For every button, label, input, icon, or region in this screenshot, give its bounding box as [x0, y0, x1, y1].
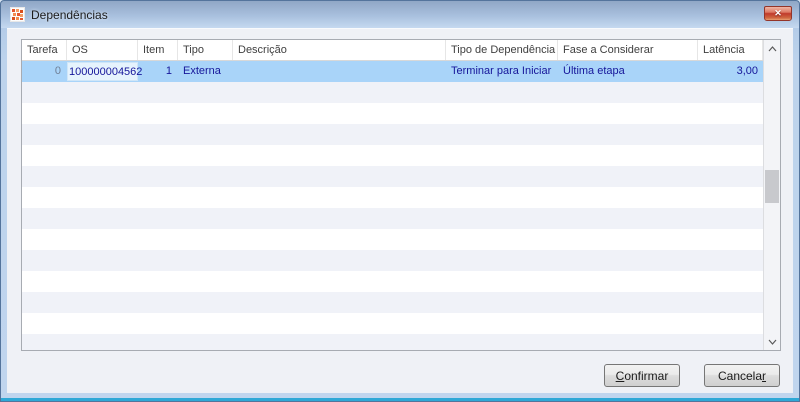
cell-fase-a-considerar: Última etapa	[563, 65, 625, 77]
empty-row	[22, 166, 763, 187]
cell-latencia: 3,00	[736, 65, 758, 77]
grid-stripe-rows	[22, 82, 763, 350]
column-header-tarefa[interactable]: Tarefa	[22, 40, 67, 60]
empty-row	[22, 103, 763, 124]
column-header-tipo-de-dependencia[interactable]: Tipo de Dependência	[446, 40, 558, 60]
confirmar-label: Confirmar	[615, 368, 669, 383]
empty-row	[22, 187, 763, 208]
dependencies-grid-panel: Tarefa OS Item Tipo Descrição Tipo de De…	[21, 39, 781, 351]
column-header-fase-a-considerar[interactable]: Fase a Considerar	[558, 40, 698, 60]
close-button[interactable]: ✕	[764, 6, 792, 21]
app-icon	[10, 7, 25, 22]
column-header-tipo[interactable]: Tipo	[178, 40, 233, 60]
window-bottom-accent	[1, 398, 799, 401]
dialog-button-row: Confirmar Cancelar	[604, 364, 780, 387]
empty-row	[22, 145, 763, 166]
cell-tipo-de-dependencia: Terminar para Iniciar	[451, 65, 552, 77]
column-header-item[interactable]: Item	[138, 40, 178, 60]
empty-row	[22, 292, 763, 313]
column-header-os[interactable]: OS	[67, 40, 138, 60]
table-row-selected[interactable]: 0 100000004562 1 Externa Terminar para I…	[22, 61, 763, 82]
empty-row	[22, 334, 763, 350]
grid-header-row: Tarefa OS Item Tipo Descrição Tipo de De…	[22, 40, 763, 61]
cell-os: 100000004562	[67, 61, 142, 82]
scrollbar-thumb[interactable]	[765, 170, 779, 203]
scroll-up-button[interactable]	[764, 40, 780, 57]
cell-tipo: Externa	[183, 65, 221, 77]
empty-row	[22, 229, 763, 250]
empty-row	[22, 124, 763, 145]
os-editor-value: 100000004562	[69, 65, 143, 78]
empty-row	[22, 271, 763, 292]
chevron-down-icon	[768, 339, 776, 345]
cancelar-label: Cancelar	[717, 368, 767, 383]
empty-row	[22, 250, 763, 271]
empty-row	[22, 82, 763, 103]
empty-row	[22, 313, 763, 334]
vertical-scrollbar[interactable]	[763, 40, 780, 350]
cell-tarefa: 0	[54, 65, 61, 77]
window-title: Dependências	[31, 7, 108, 22]
confirmar-button[interactable]: Confirmar	[604, 364, 680, 387]
cell-item: 1	[165, 65, 172, 77]
titlebar[interactable]: Dependências ✕	[1, 1, 799, 28]
close-icon: ✕	[774, 8, 782, 18]
dependencies-grid[interactable]: Tarefa OS Item Tipo Descrição Tipo de De…	[22, 40, 763, 350]
chevron-up-icon	[768, 45, 776, 51]
column-header-latencia[interactable]: Latência	[698, 40, 763, 60]
scroll-down-button[interactable]	[764, 333, 780, 350]
empty-row	[22, 208, 763, 229]
cell-descricao	[233, 61, 446, 82]
column-header-descricao[interactable]: Descrição	[233, 40, 446, 60]
dialog-window: Dependências ✕ Tarefa OS Item Tipo Descr…	[0, 0, 800, 402]
cancelar-button[interactable]: Cancelar	[704, 364, 780, 387]
dialog-body: Tarefa OS Item Tipo Descrição Tipo de De…	[7, 28, 793, 393]
os-cell-editor[interactable]: 100000004562	[67, 62, 142, 81]
